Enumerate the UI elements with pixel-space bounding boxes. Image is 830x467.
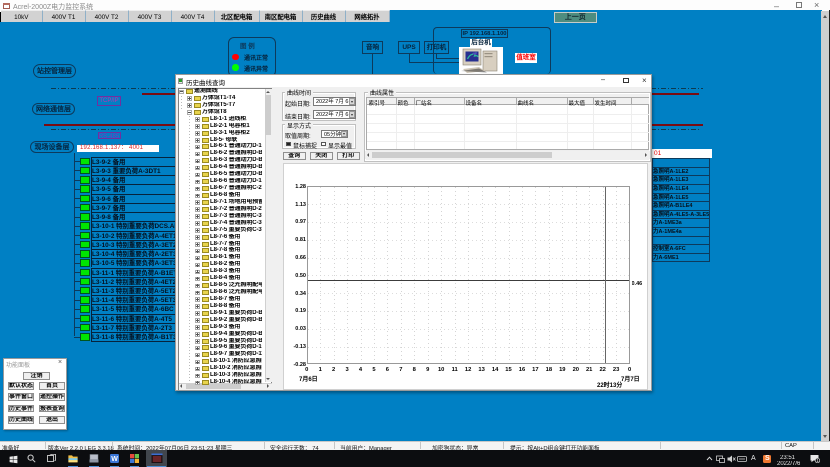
svg-text:W: W	[111, 456, 118, 463]
